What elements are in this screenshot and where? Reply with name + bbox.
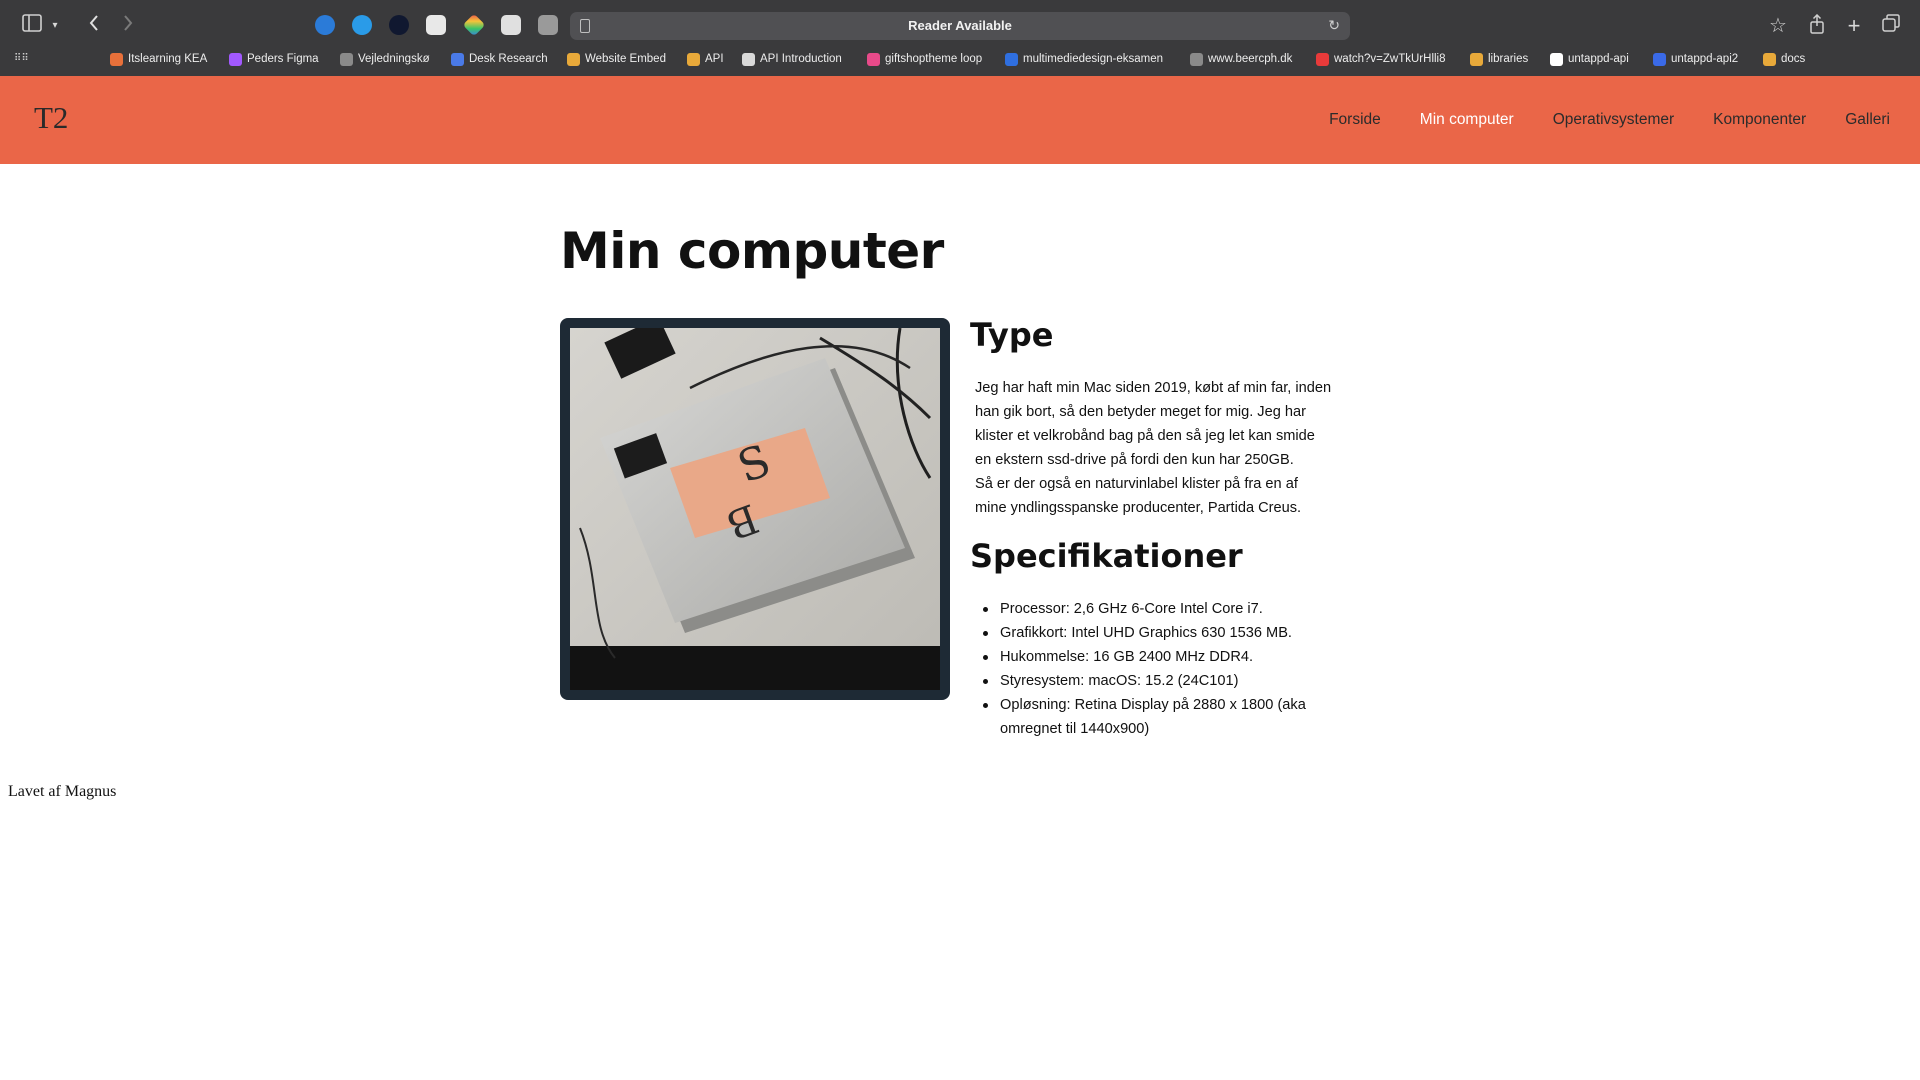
type-line: en ekstern ssd-drive på fordi den kun ha…	[975, 452, 1294, 468]
new-tab-icon[interactable]: +	[1842, 14, 1866, 38]
spec-item-processor: Processor: 2,6 GHz 6-Core Intel Core i7.	[983, 597, 1340, 621]
address-bar[interactable]: Reader Available ↻	[570, 12, 1350, 40]
bookmark-label: multimediedesign-eksamen	[1023, 53, 1163, 65]
bookmark-label: Website Embed	[585, 53, 666, 65]
bookmark-label: Desk Research	[469, 53, 548, 65]
spec-item-memory: Hukommelse: 16 GB 2400 MHz DDR4.	[983, 645, 1340, 669]
back-icon[interactable]	[82, 14, 106, 38]
sidebar-toggle-icon[interactable]	[20, 14, 44, 38]
bookmark-item[interactable]: untappd-api2	[1653, 51, 1738, 67]
footer-credit: Lavet af Magnus	[8, 783, 117, 800]
bookmark-favicon-icon	[340, 52, 353, 66]
bookmark-favicon-icon	[687, 52, 700, 66]
bookmark-favicon-icon	[229, 52, 242, 66]
apps-grid-icon[interactable]: ⠿⠿	[14, 53, 29, 65]
bookmark-label: untappd-api	[1568, 53, 1629, 65]
reload-icon[interactable]: ↻	[1328, 17, 1340, 34]
nav-link-galleri[interactable]: Galleri	[1845, 111, 1890, 129]
type-line: mine yndlingsspanske producenter, Partid…	[975, 500, 1302, 516]
nav-link-min-computer[interactable]: Min computer	[1420, 111, 1514, 129]
site-logo[interactable]: T2	[34, 100, 68, 136]
address-bar-text: Reader Available	[908, 18, 1012, 33]
bookmark-star-icon[interactable]: ☆	[1766, 14, 1790, 38]
bookmark-label: API Introduction	[760, 53, 842, 65]
specifications-heading: Specifikationer	[970, 537, 1243, 575]
bookmark-favicon-icon	[110, 52, 123, 66]
share-icon[interactable]	[1805, 13, 1829, 38]
bookmark-label: Peders Figma	[247, 53, 319, 65]
nav-link-operativsystemer[interactable]: Operativsystemer	[1553, 111, 1674, 129]
adblock-extension-icon[interactable]	[352, 15, 372, 35]
bitwarden-extension-icon[interactable]	[315, 15, 335, 35]
bookmark-item[interactable]: Website Embed	[567, 51, 666, 67]
computer-photo-frame: S B	[560, 318, 950, 700]
bookmark-item[interactable]: Vejledningskø	[340, 51, 430, 67]
bookmark-favicon-icon	[1470, 52, 1483, 66]
type-paragraph: Jeg har haft min Mac siden 2019, købt af…	[975, 376, 1355, 520]
bookmark-favicon-icon	[742, 52, 755, 66]
bookmark-favicon-icon	[1763, 52, 1776, 66]
bookmark-item[interactable]: giftshoptheme loop	[867, 51, 982, 67]
bookmark-item[interactable]: API Introduction	[742, 51, 842, 67]
bookmark-label: www.beercph.dk	[1208, 53, 1293, 65]
chevron-down-icon[interactable]: ▾	[49, 14, 61, 38]
spec-item-resolution: Opløsning: Retina Display på 2880 x 1800…	[983, 693, 1340, 741]
bookmark-favicon-icon	[867, 52, 880, 66]
bookmark-favicon-icon	[567, 52, 580, 66]
color-picker-extension-icon[interactable]	[462, 13, 486, 37]
bookmark-label: Vejledningskø	[358, 53, 430, 65]
bookmark-item[interactable]: Peders Figma	[229, 51, 319, 67]
bookmark-favicon-icon	[1190, 52, 1203, 66]
bookmark-label: untappd-api2	[1671, 53, 1739, 65]
nav-link-forside[interactable]: Forside	[1329, 111, 1381, 129]
extension-pen-icon[interactable]	[426, 15, 446, 35]
bookmark-label: API	[705, 53, 724, 65]
type-line: Jeg har haft min Mac siden 2019, købt af…	[975, 380, 1332, 396]
bookmark-item[interactable]: multimediedesign-eksamen	[1005, 51, 1163, 67]
bookmark-label: libraries	[1488, 53, 1529, 65]
bookmarks-bar: ⠿⠿ Itslearning KEA Peders Figma Vejledning…	[0, 50, 1920, 68]
bookmark-item[interactable]: API	[687, 51, 724, 67]
browser-toolbar: ▾ Reader Available ↻ ☆ +	[0, 0, 1920, 52]
extension-dark-icon[interactable]	[389, 15, 409, 35]
type-line: klister et velkrobånd bag på den så jeg …	[975, 428, 1315, 444]
bookmark-favicon-icon	[1653, 52, 1666, 66]
bookmark-label: Itslearning KEA	[128, 53, 208, 65]
page-title: Min computer	[560, 222, 944, 280]
bookmark-label: docs	[1781, 53, 1806, 65]
tab-overview-icon[interactable]	[1879, 14, 1903, 38]
computer-photo: S B	[570, 328, 940, 690]
spec-item-graphics: Grafikkort: Intel UHD Graphics 630 1536 …	[983, 621, 1340, 645]
bookmark-item[interactable]: untappd-api	[1550, 51, 1629, 67]
bookmark-item[interactable]: Itslearning KEA	[110, 51, 207, 67]
bookmark-item[interactable]: docs	[1763, 51, 1805, 67]
bookmark-label: watch?v=ZwTkUrHlli8	[1334, 53, 1446, 65]
site-header: T2 Forside Min computer Operativsystemer…	[0, 76, 1920, 164]
nav-link-komponenter[interactable]: Komponenter	[1713, 111, 1806, 129]
type-line: Så er der også en naturvinlabel klister …	[975, 476, 1298, 492]
bookmark-item[interactable]: libraries	[1470, 51, 1528, 67]
bookmark-item[interactable]: www.beercph.dk	[1190, 51, 1292, 67]
bookmark-favicon-icon	[451, 52, 464, 66]
forward-icon[interactable]	[116, 14, 140, 38]
extension-camera-icon[interactable]	[538, 15, 558, 35]
bookmark-item[interactable]: watch?v=ZwTkUrHlli8	[1316, 51, 1446, 67]
bookmark-favicon-icon	[1316, 52, 1329, 66]
type-heading: Type	[970, 316, 1054, 354]
bookmark-favicon-icon	[1550, 52, 1563, 66]
type-line: han gik bort, så den betyder meget for m…	[975, 404, 1306, 420]
specifications-list: Processor: 2,6 GHz 6-Core Intel Core i7.…	[983, 597, 1340, 741]
bookmark-item[interactable]: Desk Research	[451, 51, 548, 67]
notion-extension-icon[interactable]	[501, 15, 521, 35]
bookmark-favicon-icon	[1005, 52, 1018, 66]
spec-item-os: Styresystem: macOS: 15.2 (24C101)	[983, 669, 1340, 693]
main-nav: Forside Min computer Operativsystemer Ko…	[1290, 111, 1890, 129]
browser-chrome: ▾ Reader Available ↻ ☆ + ⠿⠿ Itslearning …	[0, 0, 1920, 76]
bookmark-label: giftshoptheme loop	[885, 53, 983, 65]
